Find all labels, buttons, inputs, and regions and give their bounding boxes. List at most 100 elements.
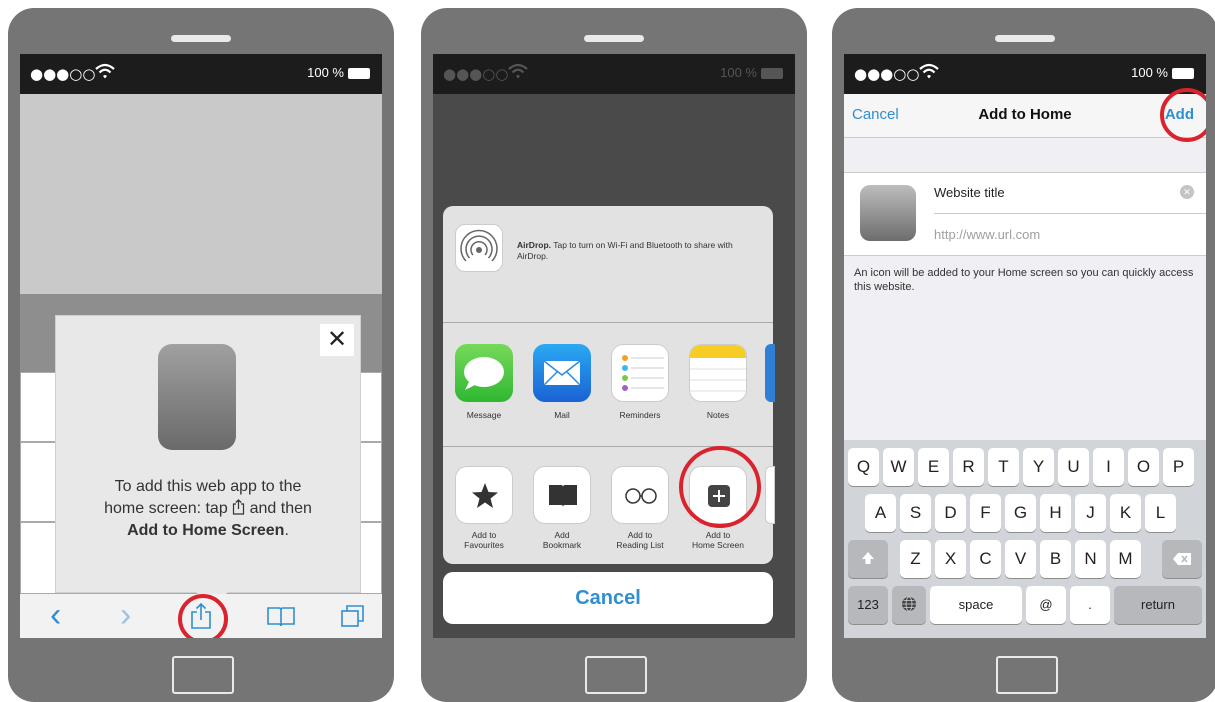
action-label-line1: Add to (471, 530, 497, 540)
cancel-button[interactable]: Cancel (443, 572, 773, 624)
divider (443, 322, 773, 323)
signal-indicator: ●●●○○ (854, 65, 920, 83)
share-app-mail[interactable] (533, 344, 591, 402)
key-u[interactable]: U (1058, 448, 1089, 486)
screen-step3: ●●●○○ 100 % Cancel Add to Home Add Websi… (844, 54, 1206, 638)
add-favourites-button[interactable] (455, 466, 513, 524)
message-icon (464, 357, 504, 390)
app-label: Mail (554, 410, 570, 420)
key-s[interactable]: S (900, 494, 931, 532)
status-bar: ●●●○○ 100 % (20, 54, 382, 94)
return-key[interactable]: return (1114, 586, 1202, 624)
action-label-line1: Add to (705, 530, 731, 540)
instruction-end: . (284, 522, 289, 539)
key-y[interactable]: Y (1023, 448, 1054, 486)
key-g[interactable]: G (1005, 494, 1036, 532)
battery-icon (1172, 68, 1194, 80)
forward-button[interactable]: › (120, 596, 131, 634)
speaker (995, 35, 1055, 42)
speaker (584, 35, 644, 42)
delete-icon (1173, 553, 1191, 565)
action-label-line2: Favourites (464, 540, 504, 550)
glasses-icon (625, 488, 657, 504)
key-q[interactable]: Q (848, 448, 879, 486)
key-o[interactable]: O (1128, 448, 1159, 486)
key-v[interactable]: V (1005, 540, 1036, 578)
globe-key[interactable] (892, 586, 926, 624)
key-m[interactable]: M (1110, 540, 1141, 578)
key-b[interactable]: B (1040, 540, 1071, 578)
battery-indicator: 100 % (1131, 65, 1194, 80)
key-i[interactable]: I (1093, 448, 1124, 486)
divider (934, 213, 1206, 214)
key-f[interactable]: F (970, 494, 1001, 532)
airdrop-icon (460, 229, 498, 262)
numbers-key[interactable]: 123 (848, 586, 888, 624)
mail-icon (543, 360, 581, 386)
key-l[interactable]: L (1145, 494, 1176, 532)
add-to-home-tooltip: ✕ To add this web app to the home screen… (56, 316, 360, 608)
add-reading-list-button[interactable] (611, 466, 669, 524)
tabs-icon[interactable] (340, 604, 366, 628)
action-label-line2: Home Screen (692, 540, 744, 550)
key-n[interactable]: N (1075, 540, 1106, 578)
clear-text-icon[interactable]: ✕ (1180, 185, 1194, 199)
battery-indicator: 100 % (720, 65, 783, 80)
key-p[interactable]: P (1163, 448, 1194, 486)
nav-title: Add to Home (978, 106, 1072, 123)
phone-step2: ●●●○○ 100 % AirDrop. Tap to turn on Wi-F… (421, 8, 807, 702)
key-c[interactable]: C (970, 540, 1001, 578)
battery-label: 100 % (307, 65, 344, 80)
period-key[interactable]: . (1070, 586, 1110, 624)
at-key[interactable]: @ (1026, 586, 1066, 624)
share-app-notes[interactable] (689, 344, 747, 402)
back-button[interactable]: ‹ (50, 596, 61, 634)
airdrop-button[interactable] (455, 224, 503, 272)
action-partial[interactable] (765, 466, 775, 524)
key-x[interactable]: X (935, 540, 966, 578)
action-label: Add Bookmark (526, 530, 598, 550)
add-bookmark-button[interactable] (533, 466, 591, 524)
action-label: Add to Home Screen (682, 530, 754, 550)
key-a[interactable]: A (865, 494, 896, 532)
status-bar: ●●●○○ 100 % (844, 54, 1206, 94)
wifi-icon (508, 63, 528, 79)
key-w[interactable]: W (883, 448, 914, 486)
instruction-bold: Add to Home Screen (127, 522, 285, 539)
key-h[interactable]: H (1040, 494, 1071, 532)
app-label: Notes (706, 410, 730, 420)
home-button (172, 656, 234, 694)
key-z[interactable]: Z (900, 540, 931, 578)
highlight-ring-home-screen (679, 446, 761, 528)
action-label-line1: Add (554, 530, 570, 540)
shift-key[interactable] (848, 540, 888, 578)
battery-indicator: 100 % (307, 65, 370, 80)
action-label: Add to Reading List (604, 530, 676, 550)
website-title-field[interactable]: Website title (934, 185, 1005, 200)
share-app-reminders[interactable] (611, 344, 669, 402)
url-field: http://www.url.com (934, 227, 1041, 242)
key-e[interactable]: E (918, 448, 949, 486)
key-j[interactable]: J (1075, 494, 1106, 532)
instruction-line2-post: and then (249, 500, 312, 517)
globe-icon (902, 596, 916, 612)
space-key[interactable]: space (930, 586, 1022, 624)
phone-step1: ●●●○○ 100 % ✕ To add this web app to the… (8, 8, 394, 702)
action-label-line2: Bookmark (542, 540, 582, 550)
signal-indicator: ●●●○○ (30, 65, 96, 83)
close-button[interactable]: ✕ (320, 324, 354, 356)
key-t[interactable]: T (988, 448, 1019, 486)
key-k[interactable]: K (1110, 494, 1141, 532)
shift-icon (862, 552, 874, 564)
key-r[interactable]: R (953, 448, 984, 486)
screen-step1: ●●●○○ 100 % ✕ To add this web app to the… (20, 54, 382, 638)
share-app-message[interactable] (455, 344, 513, 402)
phone-step3: ●●●○○ 100 % Cancel Add to Home Add Websi… (832, 8, 1215, 702)
delete-key[interactable] (1162, 540, 1202, 578)
speaker (171, 35, 231, 42)
share-icon (233, 499, 245, 515)
battery-icon (761, 68, 783, 80)
key-d[interactable]: D (935, 494, 966, 532)
share-app-partial[interactable] (765, 344, 775, 402)
bookmarks-icon[interactable] (266, 606, 296, 628)
